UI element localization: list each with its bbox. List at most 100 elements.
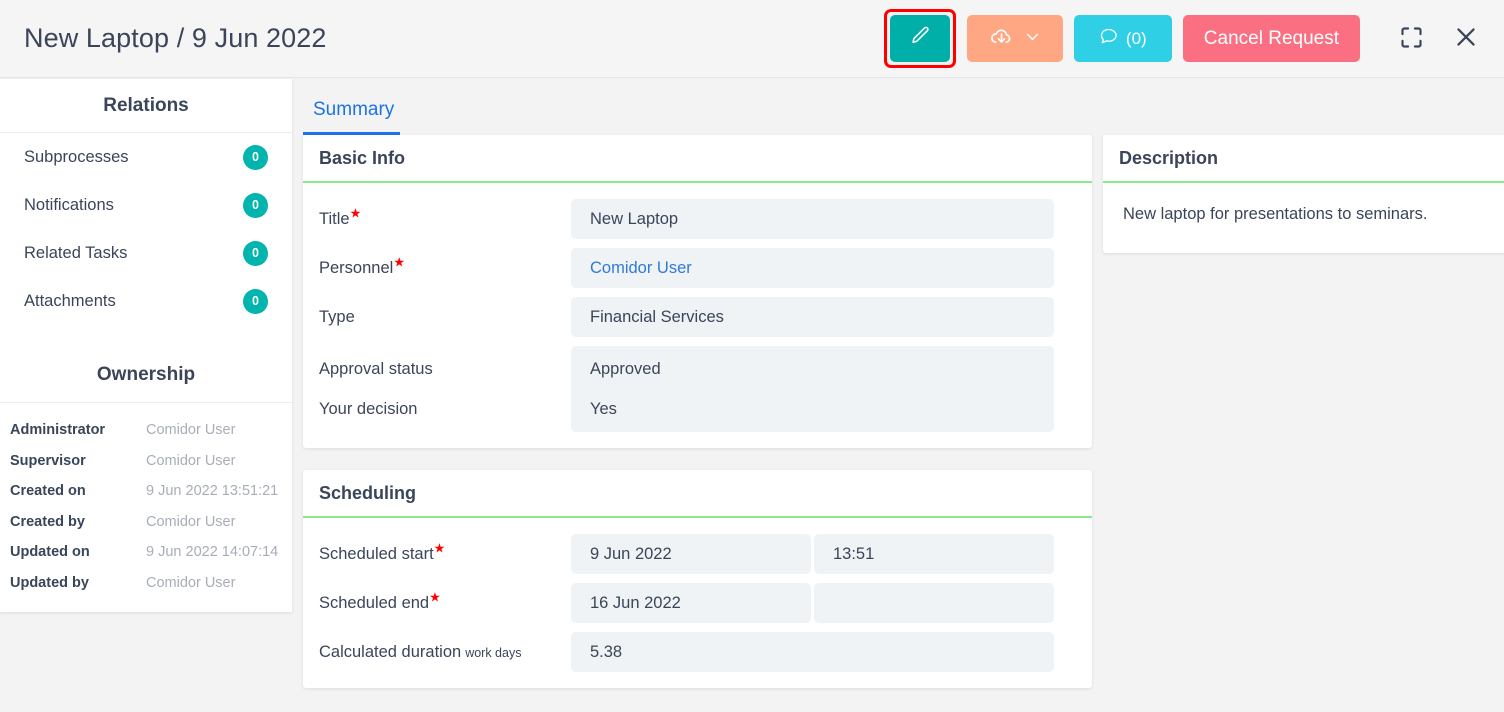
calculated-duration-label: Calculated duration work days [319, 643, 571, 662]
fullscreen-icon [1398, 24, 1425, 54]
your-decision-value[interactable]: Yes [571, 389, 1054, 429]
approval-status-value: Approved [590, 359, 661, 378]
left-sidebar: Relations Subprocesses 0 Notifications 0… [0, 79, 292, 612]
pencil-icon [909, 25, 931, 52]
comment-icon [1099, 26, 1119, 51]
relation-label: Related Tasks [24, 243, 128, 262]
required-star-icon: ★ [433, 540, 446, 555]
top-bar: New Laptop / 9 Jun 2022 (0) Cancel Reque… [0, 0, 1504, 78]
scheduled-end-date[interactable]: 16 Jun 2022 [571, 583, 811, 623]
ownership-heading: Ownership [0, 347, 292, 403]
download-button[interactable] [966, 15, 1063, 62]
ownership-row-supervisor: Supervisor Comidor User [0, 446, 292, 477]
chevron-down-icon [1024, 28, 1041, 50]
ownership-list: Administrator Comidor User Supervisor Co… [0, 403, 292, 612]
description-panel: Description New laptop for presentations… [1103, 135, 1504, 275]
cloud-download-icon [989, 24, 1014, 54]
sidebar-item-attachments[interactable]: Attachments 0 [0, 277, 292, 325]
scheduled-end-inputs: 16 Jun 2022 [571, 583, 1054, 623]
ownership-key: Created on [10, 483, 86, 500]
scheduled-end-time[interactable] [814, 583, 1054, 623]
approval-values: Approved Yes [571, 346, 1054, 432]
comments-count: (0) [1125, 28, 1147, 48]
type-value[interactable]: Financial Services [571, 297, 1054, 337]
main-content: Summary Basic Info Title★ New Laptop Per… [303, 79, 1092, 712]
basic-info-heading: Basic Info [303, 135, 1092, 183]
description-heading: Description [1103, 135, 1504, 183]
scheduled-end-label: Scheduled end★ [319, 590, 571, 613]
title-label-text: Title [319, 209, 350, 228]
personnel-label-text: Personnel [319, 258, 394, 277]
ownership-key: Administrator [10, 422, 106, 439]
required-star-icon: ★ [429, 589, 441, 604]
calculated-duration-value: 5.38 [571, 632, 1054, 672]
relation-count-badge: 0 [243, 192, 268, 218]
scheduled-start-time[interactable]: 13:51 [814, 534, 1054, 574]
ownership-row-updated-on: Updated on 9 Jun 2022 14:07:14 [0, 537, 292, 568]
calculated-duration-label-text: Calculated duration [319, 642, 462, 661]
close-icon [1452, 23, 1480, 54]
cancel-request-button[interactable]: Cancel Request [1182, 15, 1360, 62]
description-text: New laptop for presentations to seminars… [1123, 205, 1428, 223]
basic-info-card: Basic Info Title★ New Laptop Personnel★ … [303, 135, 1092, 448]
relation-label: Subprocesses [24, 147, 129, 166]
close-button[interactable] [1444, 17, 1488, 61]
edit-button-highlight [883, 9, 956, 68]
field-row-approval: Approval status Your decision Approved Y… [319, 346, 1054, 432]
relation-count-badge: 0 [243, 288, 268, 314]
field-row-scheduled-end: Scheduled end★ 16 Jun 2022 [319, 583, 1054, 623]
edit-button[interactable] [889, 15, 950, 62]
title-value[interactable]: New Laptop [571, 199, 1054, 239]
ownership-value: Comidor User [146, 422, 236, 439]
approval-labels: Approval status Your decision [319, 346, 571, 432]
field-row-personnel: Personnel★ Comidor User [319, 248, 1054, 288]
sidebar-item-related-tasks[interactable]: Related Tasks 0 [0, 229, 292, 277]
field-row-calculated-duration: Calculated duration work days 5.38 [319, 632, 1054, 672]
scheduling-body: Scheduled start★ 9 Jun 2022 13:51 Schedu… [303, 518, 1092, 688]
scheduled-start-date[interactable]: 9 Jun 2022 [571, 534, 811, 574]
sidebar-item-subprocesses[interactable]: Subprocesses 0 [0, 133, 292, 181]
ownership-key: Created by [10, 513, 85, 530]
ownership-value: Comidor User [146, 513, 236, 530]
relation-label: Notifications [24, 195, 114, 214]
required-star-icon: ★ [349, 205, 362, 220]
approval-status-label: Approval status [319, 359, 433, 378]
type-label: Type [319, 307, 355, 326]
page-title: New Laptop / 9 Jun 2022 [24, 23, 327, 53]
sidebar-item-notifications[interactable]: Notifications 0 [0, 181, 292, 229]
toolbar-actions: (0) Cancel Request [883, 9, 1488, 68]
ownership-value: Comidor User [146, 452, 236, 469]
ownership-row-updated-by: Updated by Comidor User [0, 568, 292, 599]
ownership-row-created-on: Created on 9 Jun 2022 13:51:21 [0, 476, 292, 507]
your-decision-label: Your decision [319, 399, 418, 418]
relation-count-badge: 0 [243, 144, 268, 170]
fullscreen-button[interactable] [1389, 17, 1433, 61]
basic-info-body: Title★ New Laptop Personnel★ Comidor Use… [303, 183, 1092, 448]
field-row-type: Type Financial Services [319, 297, 1054, 337]
required-star-icon: ★ [393, 254, 405, 269]
personnel-label: Personnel★ [319, 255, 571, 278]
comments-button[interactable]: (0) [1073, 15, 1172, 62]
ownership-row-created-by: Created by Comidor User [0, 507, 292, 538]
field-row-scheduled-start: Scheduled start★ 9 Jun 2022 13:51 [319, 534, 1054, 574]
ownership-key: Updated by [10, 574, 89, 591]
ownership-row-administrator: Administrator Comidor User [0, 415, 292, 446]
relation-count-badge: 0 [243, 240, 268, 266]
scheduled-start-label: Scheduled start★ [319, 541, 571, 564]
relations-heading: Relations [0, 79, 292, 133]
ownership-key: Supervisor [10, 452, 86, 469]
scheduled-start-label-text: Scheduled start [319, 544, 434, 563]
ownership-value: Comidor User [146, 574, 236, 591]
scheduling-card: Scheduling Scheduled start★ 9 Jun 2022 1… [303, 470, 1092, 688]
ownership-key: Updated on [10, 544, 90, 561]
ownership-value: 9 Jun 2022 14:07:14 [146, 544, 279, 561]
ownership-value: 9 Jun 2022 13:51:21 [146, 483, 279, 500]
personnel-value[interactable]: Comidor User [571, 248, 1054, 288]
title-label: Title★ [319, 206, 571, 229]
scheduled-end-label-text: Scheduled end [319, 593, 430, 612]
duration-unit-label: work days [465, 645, 522, 660]
description-card: Description New laptop for presentations… [1103, 135, 1504, 253]
tab-bar: Summary [303, 79, 1092, 135]
field-row-title: Title★ New Laptop [319, 199, 1054, 239]
tab-summary[interactable]: Summary [303, 99, 401, 135]
